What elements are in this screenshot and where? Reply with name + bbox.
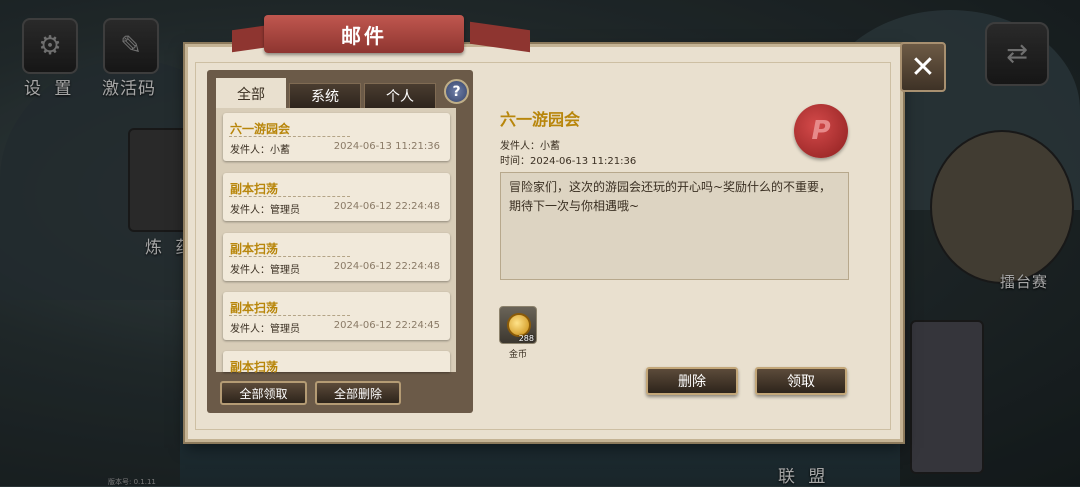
wax-seal-icon: P (794, 104, 848, 158)
mail-item-date: 2024-06-12 22:24:45 (333, 320, 440, 331)
delete-all-button[interactable]: 全部删除 (315, 381, 401, 405)
mail-item-sender: 发件人：管理员 (230, 205, 300, 216)
question-icon: ? (452, 83, 461, 100)
mail-detail-title: 六一游园会 (500, 110, 581, 129)
tab-all[interactable]: 全部 (216, 78, 286, 109)
claim-button[interactable]: 领取 (755, 367, 847, 395)
mail-list-item[interactable]: 副本扫荡 发件人：管理员 2024-06-12 22:24:48 (223, 173, 450, 221)
mail-item-sender: 发件人：管理员 (230, 324, 300, 335)
seal-letter: P (811, 116, 831, 146)
divider (229, 136, 350, 137)
mail-item-date: 2024-06-13 11:21:36 (333, 141, 440, 152)
mail-item-sender: 发件人：管理员 (230, 265, 300, 276)
delete-button[interactable]: 删除 (646, 367, 738, 395)
mail-item-sender: 发件人：小蓄 (230, 145, 290, 156)
mail-detail-time: 时间：2024-06-13 11:21:36 (500, 156, 637, 167)
divider (229, 196, 350, 197)
help-button[interactable]: ? (444, 79, 469, 104)
mail-item-date: 2024-06-12 22:24:48 (333, 261, 440, 272)
mail-content: 冒险家们，这次的游园会还玩的开心吗~奖励什么的不重要，期待下一次与你相遇哦~ (500, 172, 849, 280)
mail-list-item[interactable]: 六一游园会 发件人：小蓄 2024-06-13 11:21:36 (223, 113, 450, 161)
mail-item-title: 副本扫荡 (230, 242, 279, 256)
mail-item-title: 副本扫荡 (230, 360, 279, 374)
attachment-count: 288 (518, 334, 534, 343)
tab-system[interactable]: 系统 (289, 83, 361, 109)
mail-item-title: 副本扫荡 (230, 301, 279, 315)
divider (229, 315, 350, 316)
claim-all-button[interactable]: 全部领取 (220, 381, 307, 405)
divider (229, 256, 350, 257)
mail-item-date: 2024-06-12 22:24:48 (333, 201, 440, 212)
tab-personal[interactable]: 个人 (364, 83, 436, 109)
mail-item-title: 副本扫荡 (230, 182, 279, 196)
mail-item-title: 六一游园会 (230, 122, 291, 136)
mail-list-item[interactable]: 副本扫荡 发件人：管理员 2024-06-12 22:24:48 (223, 233, 450, 281)
attachment-slot[interactable]: 288 (499, 306, 537, 344)
close-button[interactable]: ✕ (900, 42, 946, 92)
mail-list-item[interactable]: 副本扫荡 (223, 351, 450, 374)
attachment-name: 金币 (508, 350, 527, 360)
mail-title: 邮件 (341, 23, 387, 48)
mail-title-ribbon: 邮件 (264, 15, 464, 53)
close-icon: ✕ (910, 49, 936, 85)
mail-detail-sender: 发件人：小蓄 (500, 141, 560, 152)
mail-list-item[interactable]: 副本扫荡 发件人：管理员 2024-06-12 22:24:45 (223, 292, 450, 340)
